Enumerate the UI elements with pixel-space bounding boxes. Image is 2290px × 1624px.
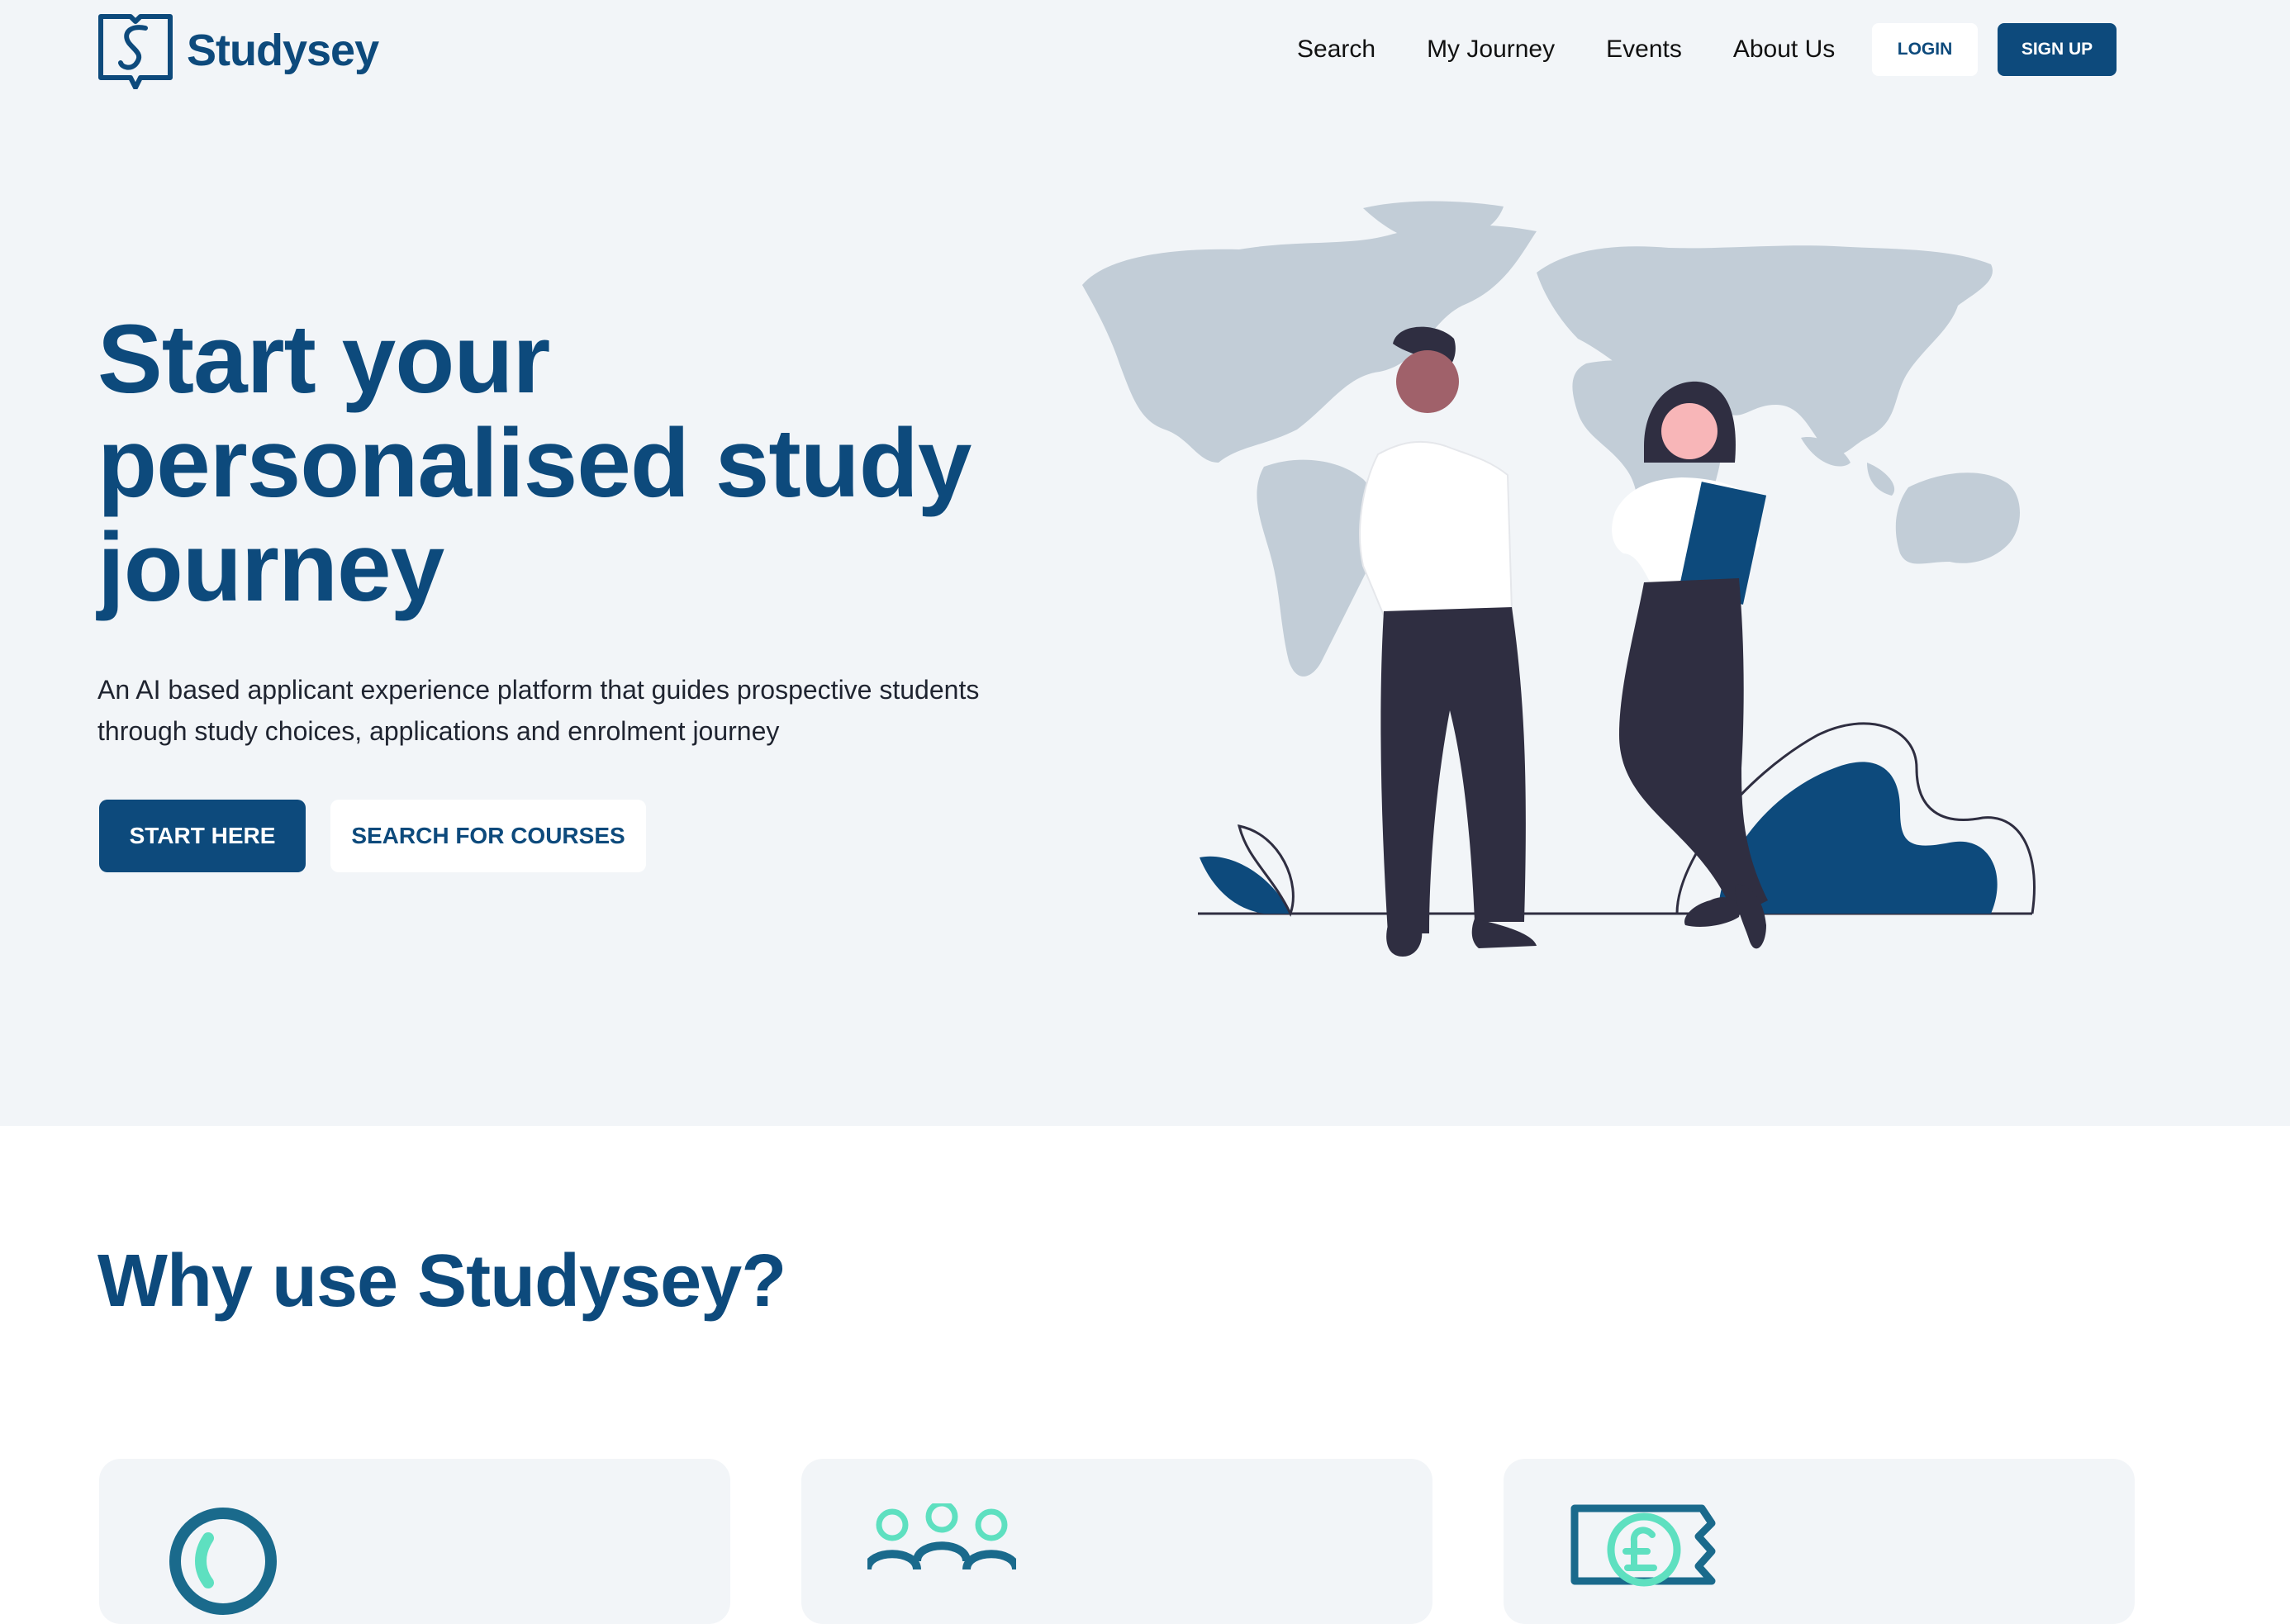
nav-about-us[interactable]: About Us — [1733, 23, 1835, 76]
brand-name: Studysey — [187, 26, 379, 75]
start-here-button[interactable]: START HERE — [99, 800, 306, 872]
feature-card-2 — [801, 1459, 1432, 1624]
book-logo-icon — [98, 14, 173, 89]
people-group-icon — [867, 1503, 1016, 1571]
feature-card-3 — [1504, 1459, 2135, 1624]
left-leaf — [1200, 856, 1290, 914]
signup-button[interactable]: SIGN UP — [1998, 23, 2117, 76]
main-nav: Search My Journey Events About Us — [1297, 23, 1886, 76]
feature-card-1 — [99, 1459, 730, 1624]
why-section-title: Why use Studysey? — [97, 1240, 786, 1322]
world-map-image — [1082, 201, 2020, 677]
login-button[interactable]: LOGIN — [1872, 23, 1978, 76]
nav-search[interactable]: Search — [1297, 23, 1375, 76]
nav-my-journey[interactable]: My Journey — [1427, 23, 1555, 76]
man-figure — [1359, 326, 1537, 957]
hero-subtitle: An AI based applicant experience platfor… — [97, 675, 980, 746]
clock-icon — [169, 1508, 277, 1615]
two-people-world-map-illustration — [1082, 201, 2036, 957]
nav-events[interactable]: Events — [1606, 23, 1682, 76]
pound-ticket-icon — [1570, 1504, 1716, 1587]
hero-section: Studysey Search My Journey Events About … — [0, 0, 2290, 1126]
search-courses-button[interactable]: SEARCH FOR COURSES — [330, 800, 646, 872]
studysey-logo[interactable]: Studysey — [97, 12, 379, 89]
hero-title: Start your personalised study journey — [97, 305, 972, 622]
